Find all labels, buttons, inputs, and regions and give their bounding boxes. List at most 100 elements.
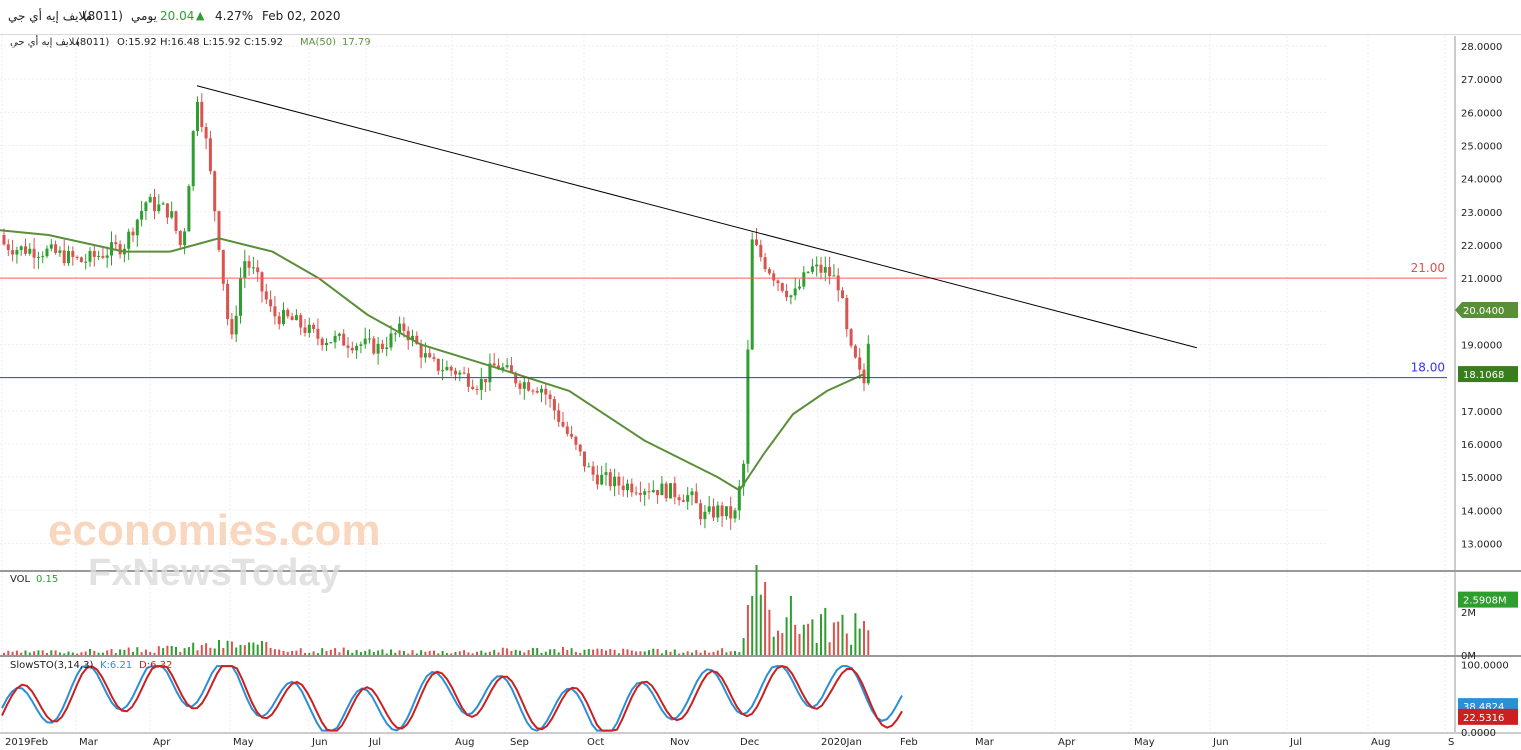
volume-bar (338, 652, 341, 655)
volume-bar (24, 650, 27, 655)
volume-bar (691, 652, 693, 655)
candle-body (303, 327, 307, 333)
volume-bar (519, 650, 521, 655)
candle-body (858, 357, 862, 370)
candle-body (200, 101, 204, 128)
candle-body (772, 273, 776, 281)
candle-body (458, 372, 462, 375)
volume-bar (712, 651, 715, 655)
watermark-fxnewstoday: FxNewsToday (88, 552, 341, 594)
volume-bar (63, 653, 66, 655)
svg-text:20.0400: 20.0400 (1463, 306, 1504, 317)
volume-bar (368, 649, 371, 655)
volume-bar (476, 651, 478, 655)
svg-text:2.5908M: 2.5908M (1463, 596, 1507, 607)
x-tick-label: Nov (670, 737, 690, 748)
volume-bar (441, 650, 444, 655)
volume-bar (764, 582, 767, 655)
volume-bar (751, 596, 754, 655)
candle-body (634, 492, 638, 494)
candle-body (608, 472, 612, 487)
candle-body (548, 394, 552, 400)
volume-bar (549, 649, 552, 655)
candle-body (669, 483, 672, 499)
volume-bar (54, 650, 57, 655)
candle-body (88, 251, 92, 262)
volume-bar (630, 650, 633, 655)
candle-body (677, 497, 681, 501)
candle-body (785, 290, 789, 298)
volume-bar (471, 653, 474, 655)
x-tick-label: Apr (1058, 737, 1076, 748)
volume-bar (622, 648, 625, 655)
volume-bar (807, 623, 810, 655)
candle-body (28, 248, 32, 254)
candle-body (793, 288, 797, 296)
trend-line[interactable] (196, 85, 1197, 349)
volume-bar (665, 650, 668, 655)
volume-bar (673, 649, 676, 655)
x-tick-label: Aug (1371, 737, 1391, 748)
candle-body (660, 483, 664, 496)
candle-body (58, 250, 62, 253)
volume-bar (725, 652, 728, 655)
volume-bar (304, 653, 306, 655)
candle-body (626, 483, 629, 491)
volume-bar (80, 652, 83, 655)
volume-bar (415, 653, 418, 655)
volume-bar (273, 649, 276, 655)
candle-body (479, 378, 483, 390)
candle-body (578, 444, 582, 452)
candle-body (269, 299, 273, 307)
volume-bar (746, 604, 749, 655)
volume-bar (777, 630, 779, 655)
volume-bar (230, 641, 233, 655)
candle-body (686, 495, 690, 502)
candle-body (114, 242, 118, 245)
candle-body (97, 255, 101, 257)
candle-body (423, 353, 427, 358)
grid (0, 36, 1446, 732)
volume-bar (708, 652, 711, 655)
candle-body (196, 101, 199, 132)
candle-body (587, 466, 591, 468)
volume-bar (179, 651, 182, 655)
volume-bar (596, 648, 599, 655)
volume-bar (635, 651, 638, 655)
volume-bar (295, 650, 298, 655)
candle-body (815, 264, 819, 267)
candle-body (600, 474, 604, 485)
volume-bar (187, 647, 190, 655)
volume-bar (101, 652, 104, 655)
price-chart[interactable]: 28.0000 27.0000 26.0000 25.0000 24.0000 23.00… (0, 0, 1521, 750)
volume-bar (682, 652, 685, 655)
candle-body (355, 345, 359, 351)
candle-body (789, 295, 793, 298)
candle-body (19, 246, 23, 250)
volume-bar (265, 642, 268, 655)
volume-bar (768, 609, 771, 655)
volume-bar (832, 622, 835, 655)
volume-bar (544, 651, 547, 655)
volume-bar (334, 648, 337, 655)
volume-bar (557, 652, 560, 655)
volume-bar (514, 649, 517, 655)
candle-body (131, 231, 135, 236)
volume-bar (235, 647, 238, 655)
candle-body (845, 297, 849, 330)
candle-body (604, 472, 608, 475)
candle-body (806, 271, 810, 273)
volume-bar (50, 650, 53, 655)
candle-body (552, 399, 556, 411)
y-tick-label: 15.0000 (1461, 473, 1502, 484)
candle-body (2, 235, 6, 245)
candle-body (565, 426, 569, 434)
candle-body (325, 342, 328, 346)
sto-d-value: D:6.32 (139, 660, 172, 671)
volume-bar (566, 649, 569, 655)
candle-body (535, 390, 539, 393)
candle-body (505, 365, 509, 368)
candle-body (531, 390, 535, 392)
volume-bar (484, 652, 487, 655)
volume-bar (407, 653, 410, 655)
